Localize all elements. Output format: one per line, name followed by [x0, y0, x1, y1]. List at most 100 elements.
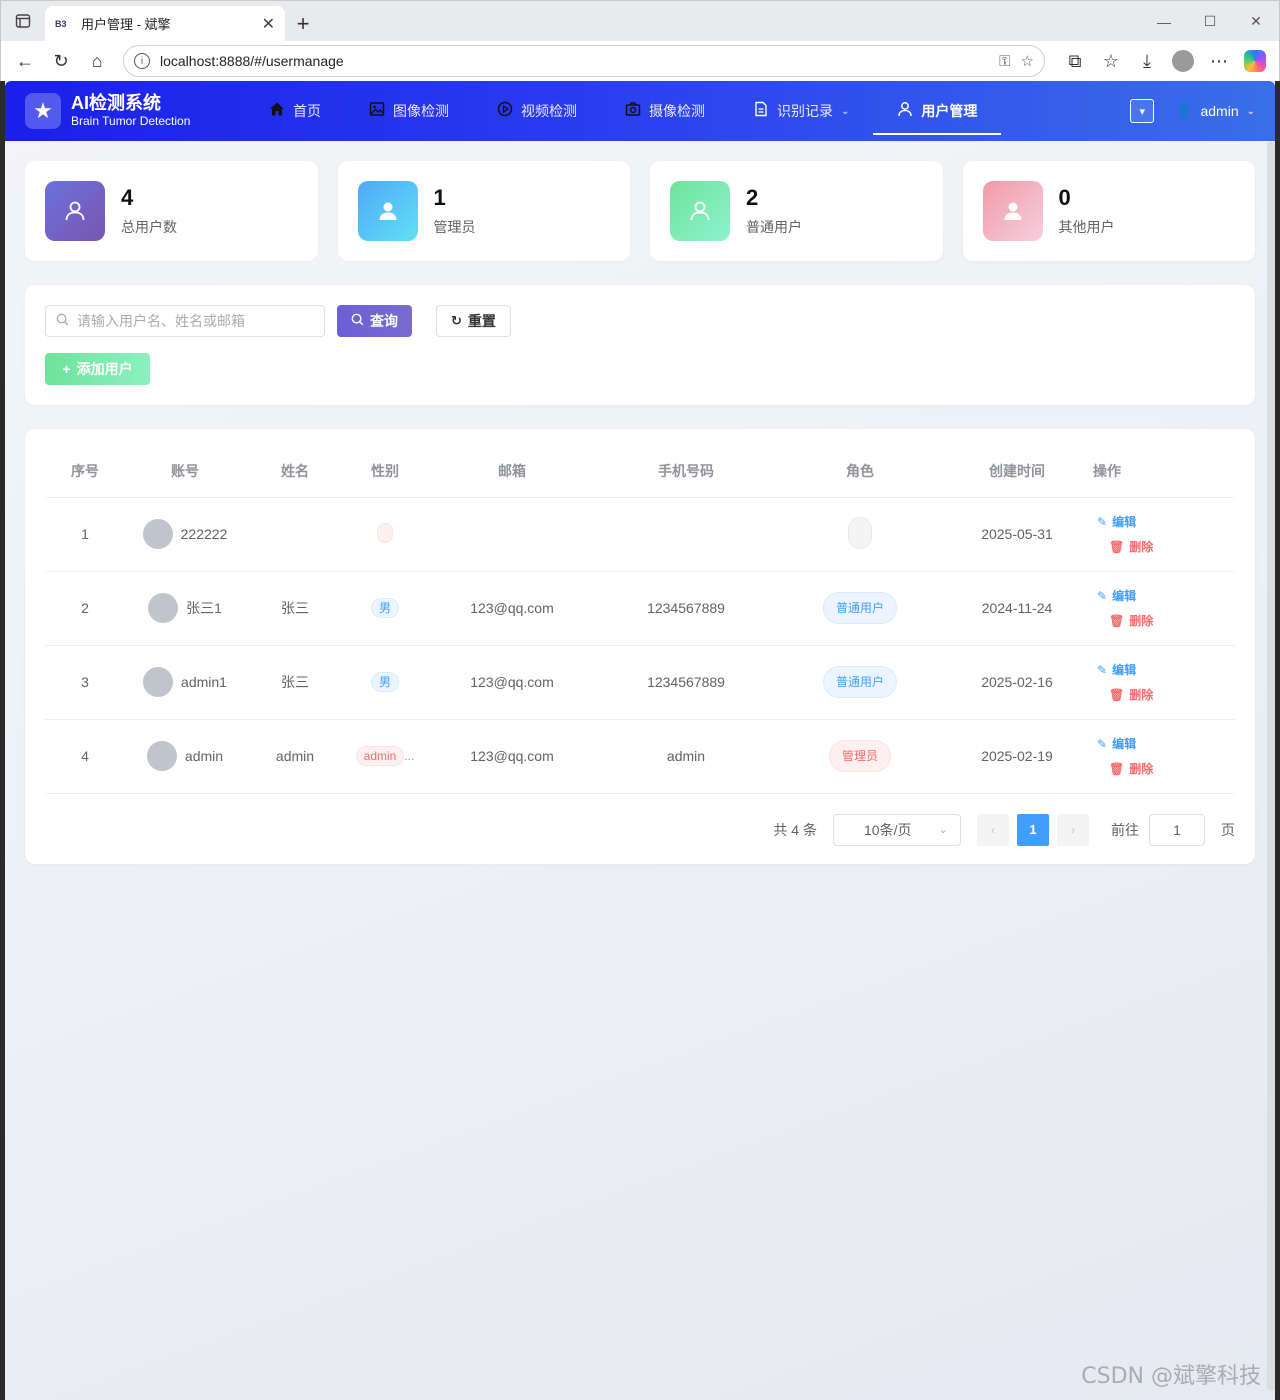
page-suffix: 页 — [1221, 821, 1235, 838]
add-user-label: 添加用户 — [76, 361, 133, 377]
cell-email: 123@qq.com — [425, 571, 599, 646]
reset-button-label: 重置 — [467, 313, 496, 329]
trash-icon: 🗑 — [1109, 613, 1125, 628]
edit-button[interactable]: ✎ 编辑 — [1097, 587, 1136, 604]
edit-label: 编辑 — [1112, 663, 1137, 677]
cell-role: 普通用户 — [773, 645, 947, 720]
star-icon[interactable]: ☆ — [1021, 52, 1034, 70]
browser-tab-active[interactable]: B3 用户管理 - 斌擎 ✕ — [45, 6, 285, 41]
reload-icon[interactable]: ↻ — [45, 45, 77, 77]
cell-name: 张三 — [245, 645, 345, 720]
chevron-right-icon: › — [1071, 822, 1075, 837]
cell-index: 3 — [45, 645, 125, 720]
table-row: 2 张三1 张三 男 123@qq.com 1234567889 普通用户 20… — [45, 571, 1235, 646]
cell-phone — [599, 497, 773, 572]
minimize-icon[interactable]: — — [1141, 1, 1187, 42]
delete-button[interactable]: 🗑 删除 — [1109, 538, 1153, 555]
col-account: 账号 — [125, 445, 245, 498]
role-tag — [848, 516, 872, 549]
chevron-down-icon: ⌄ — [1246, 105, 1255, 117]
tab-actions-icon[interactable] — [1, 0, 45, 41]
camera-icon — [625, 101, 641, 121]
search-icon — [56, 313, 69, 329]
edit-button[interactable]: ✎ 编辑 — [1097, 661, 1136, 678]
goto-page-input[interactable]: 1 — [1149, 813, 1205, 846]
avatar — [143, 667, 174, 697]
refresh-icon: ↻ — [451, 313, 462, 328]
page-number[interactable]: 1 — [1017, 813, 1049, 846]
add-user-button[interactable]: + 添加用户 — [45, 353, 150, 385]
nav-camera-detect[interactable]: 摄像检测 — [601, 81, 729, 141]
stat-total-users: 4 总用户数 — [25, 161, 318, 261]
site-info-icon[interactable]: i — [134, 53, 150, 69]
delete-button[interactable]: 🗑 删除 — [1109, 612, 1153, 629]
profile-avatar[interactable] — [1167, 45, 1199, 77]
edit-label: 编辑 — [1112, 515, 1137, 529]
delete-label: 删除 — [1129, 762, 1154, 776]
favorites-icon[interactable]: ☆ — [1095, 45, 1127, 77]
cell-index: 2 — [45, 571, 125, 646]
delete-button[interactable]: 🗑 删除 — [1109, 686, 1153, 703]
user-menu[interactable]: 👤 admin ⌄ — [1176, 103, 1255, 119]
close-tab-icon[interactable]: ✕ — [262, 14, 275, 34]
account-text: admin1 — [181, 674, 227, 690]
delete-label: 删除 — [1129, 688, 1154, 702]
chevron-left-icon: ‹ — [991, 822, 995, 837]
key-icon[interactable]: ⚿ — [999, 53, 1010, 70]
goto-label: 前往 — [1111, 821, 1139, 838]
logo-subtitle: Brain Tumor Detection — [71, 114, 191, 128]
col-index: 序号 — [45, 445, 125, 498]
app-logo[interactable]: ★ AI检测系统 Brain Tumor Detection — [25, 93, 245, 129]
page-size-select[interactable]: 10条/页 ⌄ — [833, 813, 961, 846]
query-button-label: 查询 — [370, 313, 398, 329]
fullscreen-icon[interactable]: ▾ — [1130, 99, 1155, 123]
edit-button[interactable]: ✎ 编辑 — [1097, 735, 1136, 752]
query-button[interactable]: 查询 — [337, 305, 412, 337]
close-window-icon[interactable]: ✕ — [1233, 1, 1279, 42]
new-tab-icon[interactable]: + — [285, 6, 321, 41]
header-right: ▾ 👤 admin ⌄ — [1130, 99, 1255, 123]
nav-label: 视频检测 — [521, 103, 577, 119]
page-viewport: ★ AI检测系统 Brain Tumor Detection 首页 图像检测 视… — [0, 81, 1280, 1400]
avatar — [142, 519, 173, 549]
more-icon[interactable]: ⋯ — [1203, 45, 1235, 77]
cell-account: 222222 — [125, 497, 245, 572]
logo-title: AI检测系统 — [71, 93, 161, 113]
cell-actions: ✎ 编辑 🗑 删除 — [1087, 571, 1235, 646]
stat-label: 普通用户 — [746, 219, 802, 235]
edit-icon: ✎ — [1097, 736, 1108, 751]
page-scrollbar[interactable] — [1267, 141, 1275, 1391]
download-icon[interactable]: ⤓ — [1131, 45, 1163, 77]
browser-toolbar: ← ↻ ⌂ i localhost:8888/#/usermanage ⚿ ☆ … — [0, 41, 1280, 81]
nav-video-detect[interactable]: 视频检测 — [473, 81, 601, 141]
nav-user-manage[interactable]: 用户管理 — [873, 81, 1002, 141]
user-icon — [897, 101, 913, 121]
cell-actions: ✎ 编辑 🗑 删除 — [1087, 719, 1235, 794]
watermark: CSDN @斌擎科技 — [1081, 1364, 1261, 1389]
stat-label: 总用户数 — [121, 219, 177, 235]
reset-button[interactable]: ↻ 重置 — [436, 305, 511, 337]
role-tag: 普通用户 — [822, 666, 897, 698]
gender-tag: admin — [355, 746, 405, 766]
extensions-icon[interactable]: ⧉ — [1059, 45, 1091, 77]
nav-home[interactable]: 首页 — [245, 81, 345, 141]
cell-index: 4 — [45, 719, 125, 794]
edit-button[interactable]: ✎ 编辑 — [1097, 513, 1136, 530]
maximize-icon[interactable]: ☐ — [1187, 1, 1233, 42]
next-page-button[interactable]: › — [1057, 813, 1089, 846]
address-bar[interactable]: i localhost:8888/#/usermanage ⚿ ☆ — [123, 45, 1045, 77]
admin-user-icon — [357, 181, 418, 241]
cell-gender: 男 — [345, 571, 425, 646]
stat-label: 其他用户 — [1058, 219, 1115, 235]
prev-page-button[interactable]: ‹ — [977, 813, 1009, 846]
copilot-icon[interactable] — [1239, 45, 1271, 77]
cell-phone: 1234567889 — [599, 645, 773, 720]
nav-label: 识别记录 — [777, 103, 833, 119]
back-icon[interactable]: ← — [9, 45, 41, 77]
search-input[interactable]: 请输入用户名、姓名或邮箱 — [45, 305, 325, 337]
delete-button[interactable]: 🗑 删除 — [1109, 760, 1153, 777]
trash-icon: 🗑 — [1109, 687, 1125, 702]
home-icon[interactable]: ⌂ — [81, 45, 113, 77]
nav-image-detect[interactable]: 图像检测 — [345, 81, 473, 141]
nav-records[interactable]: 识别记录 ⌄ — [729, 81, 873, 141]
